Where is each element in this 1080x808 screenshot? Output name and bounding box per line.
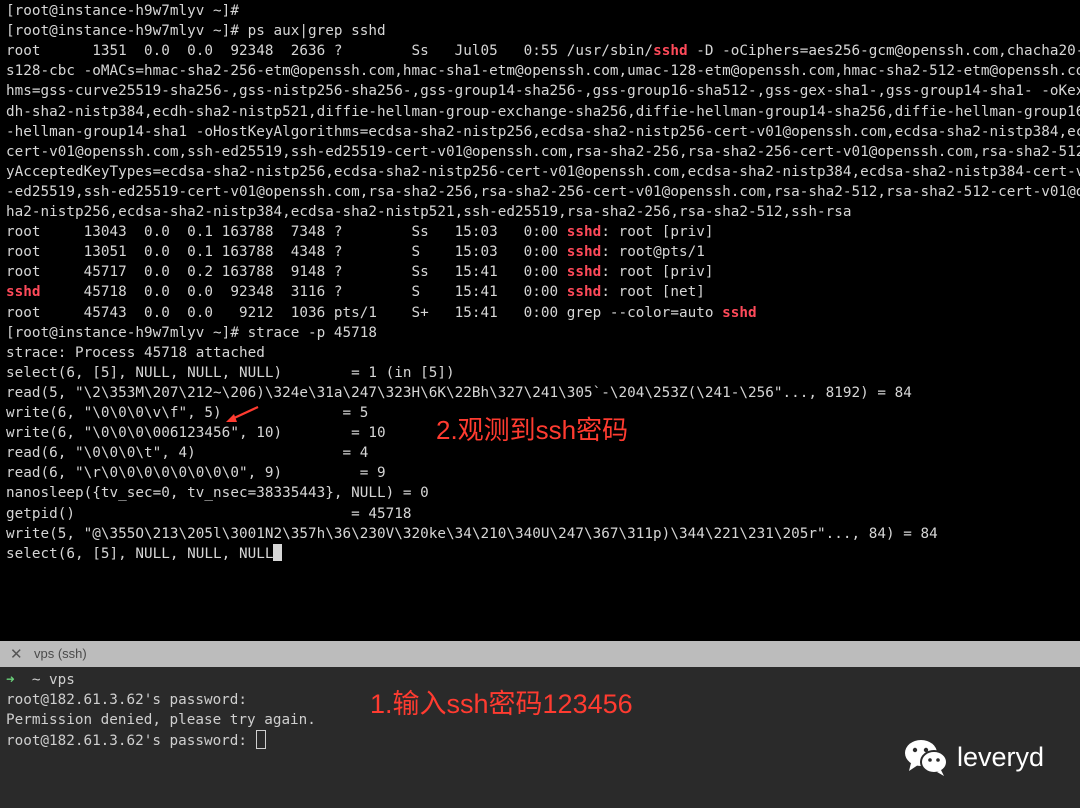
terminal-line: write(6, "\0\0\0\006123456", 10) = 10 [6,425,386,442]
terminal-line: ha2-nistp256,ecdsa-sha2-nistp384,ecdsa-s… [6,204,852,220]
terminal-line: [root@instance-h9w7mlyv ~]# ps aux|grep … [6,23,386,40]
terminal-tab-bar: ✕ vps (ssh) [0,641,1080,667]
terminal-line: strace: Process 45718 attached [6,344,265,361]
terminal-cursor [273,543,283,561]
terminal-line: nanosleep({tv_sec=0, tv_nsec=38335443}, … [6,485,429,502]
password-input-line[interactable]: root@182.61.3.62's password: [6,730,266,750]
terminal-line: dh-sha2-nistp384,ecdh-sha2-nistp521,diff… [6,103,1080,120]
grep-match-highlight: sshd [6,284,41,301]
terminal-line: s128-cbc -oMACs=hmac-sha2-256-etm@openss… [6,63,1080,80]
grep-match-highlight: sshd [722,304,757,321]
grep-match-highlight: sshd [566,224,602,241]
grep-match-highlight: sshd [653,43,688,60]
terminal-line: -ed25519,ssh-ed25519-cert-v01@openssh.co… [6,183,1080,200]
top-terminal-pane[interactable]: [root@instance-h9w7mlyv ~]# [root@instanc… [0,0,1080,641]
wechat-icon [904,740,948,776]
terminal-line: root 13051 0.0 0.1 163788 4348 ? S 15:03… [6,244,705,261]
terminal-line: root 45717 0.0 0.2 163788 9148 ? Ss 15:4… [6,264,714,281]
close-icon[interactable]: ✕ [10,645,23,663]
permission-denied-line: Permission denied, please try again. [6,712,316,728]
terminal-line: hms=gss-curve25519-sha256-,gss-nistp256-… [6,83,1080,100]
terminal-line: -hellman-group14-sha1 -oHostKeyAlgorithm… [6,123,1080,140]
terminal-line: select(6, [5], NULL, NULL, NULL [6,543,283,564]
terminal-cursor [255,730,266,749]
annotation-arrow-icon [226,406,259,422]
annotation-observed-password: 2.观测到ssh密码 [436,415,629,445]
prompt-text: ~ vps [14,672,75,688]
prompt-line: ➜ ~ vps [6,670,75,690]
terminal-line: getpid() = 45718 [6,505,412,522]
terminal-line: read(5, "\2\353M\207\212~\206)\324e\31a\… [6,384,912,401]
terminal-line: read(6, "\0\0\0\t", 4) = 4 [6,445,369,462]
terminal-line: read(6, "\r\0\0\0\0\0\0\0\0", 9) = 9 [6,465,386,482]
password-prompt-line: root@182.61.3.62's password: [6,692,248,708]
grep-match-highlight: sshd [566,244,602,261]
terminal-line: cert-v01@openssh.com,ssh-ed25519,ssh-ed2… [6,143,1080,160]
grep-match-highlight: sshd [566,284,602,301]
terminal-line: [root@instance-h9w7mlyv ~]# strace -p 45… [6,324,377,341]
tab-title[interactable]: vps (ssh) [34,645,87,663]
terminal-line: root 1351 0.0 0.0 92348 2636 ? Ss Jul05 … [6,43,1080,60]
password-prompt-text: root@182.61.3.62's password: [6,733,256,749]
terminal-line: write(6, "\0\0\0\v\f", 5) = 5 [6,405,369,421]
terminal-line: root 13043 0.0 0.1 163788 7348 ? Ss 15:0… [6,224,714,241]
terminal-line: select(6, [5], NULL, NULL, NULL) = 1 (in… [6,364,455,381]
watermark-text: leveryd [956,741,1044,772]
watermark: leveryd [903,737,1044,777]
terminal-line: write(5, "@\355O\213\205l\3001N2\357h\36… [6,525,938,542]
prompt-arrow-icon: ➜ [6,672,15,688]
terminal-line: root 45743 0.0 0.0 9212 1036 pts/1 S+ 15… [6,304,757,321]
terminal-line: [root@instance-h9w7mlyv ~]# [6,3,239,19]
terminal-line: yAcceptedKeyTypes=ecdsa-sha2-nistp256,ec… [6,163,1080,180]
terminal-line: sshd 45718 0.0 0.0 92348 3116 ? S 15:41 … [6,284,705,301]
annotation-input-password: 1.输入ssh密码123456 [370,689,633,719]
grep-match-highlight: sshd [566,264,602,281]
